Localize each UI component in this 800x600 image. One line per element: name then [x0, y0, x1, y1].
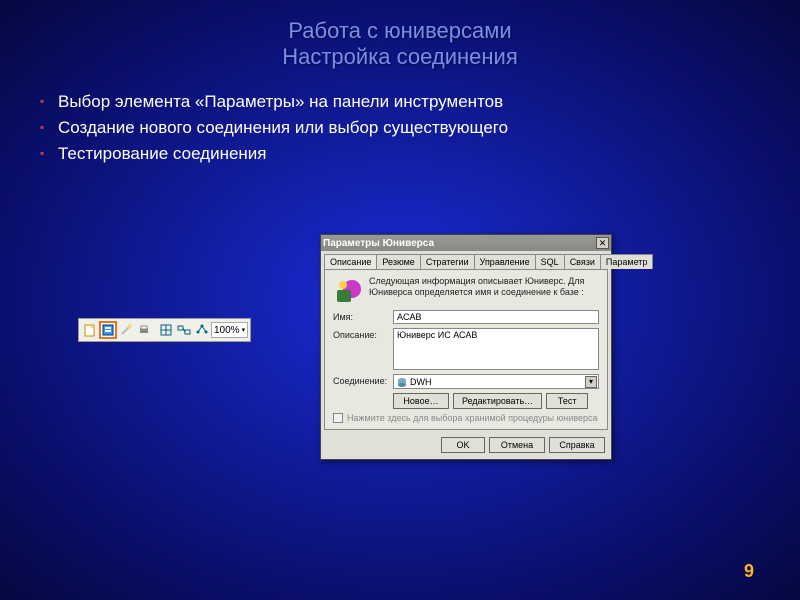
tab-management[interactable]: Управление: [474, 254, 536, 269]
name-label: Имя:: [333, 310, 389, 322]
tab-sql[interactable]: SQL: [535, 254, 565, 269]
new-button[interactable]: Новое…: [393, 393, 449, 409]
bullet-item: Тестирование соединения: [40, 144, 800, 164]
toolbar-params-icon[interactable]: [99, 321, 117, 339]
tab-parameter[interactable]: Параметр: [600, 254, 654, 269]
slide-number: 9: [744, 561, 754, 582]
dialog-titlebar[interactable]: Параметры Юниверса ✕: [321, 235, 611, 251]
bullet-list: Выбор элемента «Параметры» на панели инс…: [40, 92, 800, 164]
tab-strip: Описание Резюме Стратегии Управление SQL…: [321, 251, 611, 269]
zoom-field[interactable]: 100% ▾: [211, 322, 248, 338]
toolbar-wand-icon[interactable]: [117, 321, 135, 339]
test-button[interactable]: Тест: [546, 393, 588, 409]
edit-button[interactable]: Редактировать…: [453, 393, 542, 409]
description-textarea[interactable]: Юниверс ИС АСАВ: [393, 328, 599, 370]
bullet-item: Выбор элемента «Параметры» на панели инс…: [40, 92, 800, 112]
stored-proc-label: Нажмите здесь для выбора хранимой процед…: [347, 413, 597, 423]
connection-combo[interactable]: DWH ▾: [393, 374, 599, 389]
toolbar-print-icon[interactable]: [135, 321, 153, 339]
title-line-2: Настройка соединения: [282, 44, 518, 69]
toolbar-link-icon[interactable]: [175, 321, 193, 339]
connection-label: Соединение:: [333, 374, 389, 386]
stored-proc-checkbox[interactable]: [333, 413, 343, 423]
db-icon: [397, 377, 407, 387]
help-button[interactable]: Справка: [549, 437, 605, 453]
info-text: Следующая информация описывает Юниверс. …: [369, 276, 599, 306]
cancel-button[interactable]: Отмена: [489, 437, 545, 453]
title-line-1: Работа с юниверсами: [288, 18, 511, 43]
toolbar: 100% ▾: [78, 318, 251, 342]
zoom-value: 100%: [214, 325, 240, 336]
tab-summary[interactable]: Резюме: [376, 254, 420, 269]
universe-params-dialog: Параметры Юниверса ✕ Описание Резюме Стр…: [320, 234, 612, 460]
ok-button[interactable]: OK: [441, 437, 485, 453]
chevron-down-icon[interactable]: ▾: [585, 376, 597, 388]
close-icon[interactable]: ✕: [596, 237, 609, 249]
bullet-item: Создание нового соединения или выбор сущ…: [40, 118, 800, 138]
description-label: Описание:: [333, 328, 389, 340]
tab-strategies[interactable]: Стратегии: [420, 254, 475, 269]
tab-panel: Следующая информация описывает Юниверс. …: [324, 269, 608, 430]
connection-value: DWH: [410, 377, 432, 387]
slide-title: Работа с юниверсами Настройка соединения: [0, 0, 800, 70]
toolbar-tree-icon[interactable]: [193, 321, 211, 339]
tab-links[interactable]: Связи: [564, 254, 601, 269]
dialog-title: Параметры Юниверса: [323, 238, 434, 249]
universe-icon: [333, 276, 363, 306]
toolbar-grid-icon[interactable]: [157, 321, 175, 339]
name-input[interactable]: ACAB: [393, 310, 599, 324]
tab-description[interactable]: Описание: [324, 254, 377, 269]
dialog-buttons: OK Отмена Справка: [321, 433, 611, 459]
toolbar-new-icon[interactable]: [81, 321, 99, 339]
